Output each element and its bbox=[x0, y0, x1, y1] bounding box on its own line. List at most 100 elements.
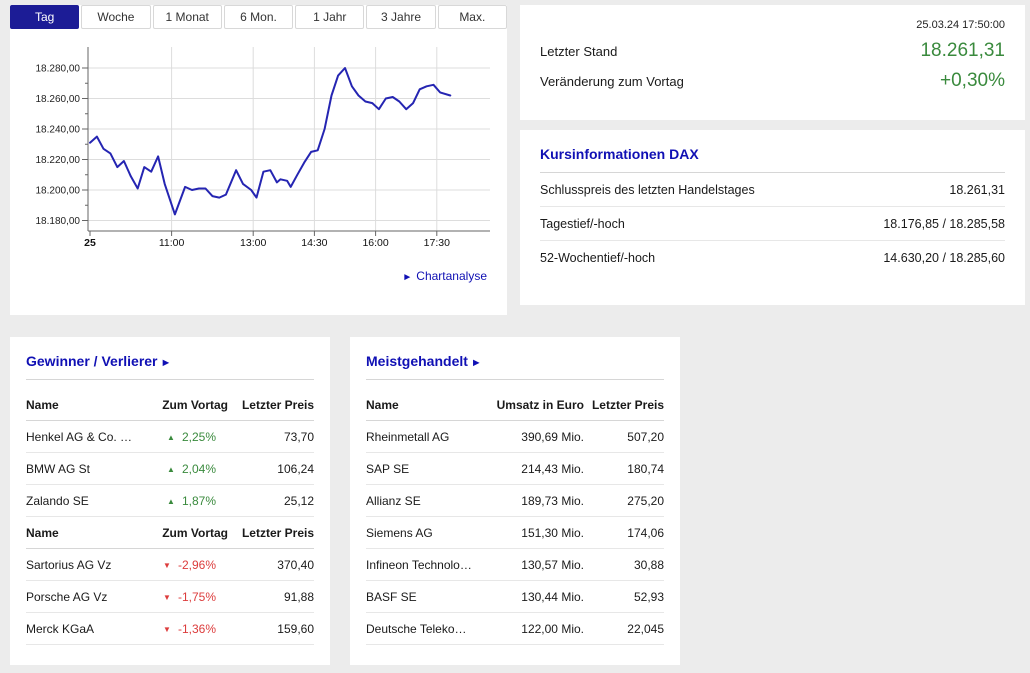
stock-name: Sartorius AG Vz bbox=[26, 558, 134, 572]
change-value: -2,96% bbox=[178, 558, 216, 572]
change-label: Veränderung zum Vortag bbox=[540, 74, 684, 89]
kursinformationen-title: Kursinformationen DAX bbox=[540, 146, 1005, 162]
last-price: 22,045 bbox=[584, 622, 664, 636]
chart-card: TagWoche1 Monat6 Mon.1 Jahr3 JahreMax. 1… bbox=[10, 5, 507, 315]
stock-name: BASF SE bbox=[366, 590, 472, 604]
last-price: 91,88 bbox=[228, 590, 314, 604]
stock-name: Merck KGaA bbox=[26, 622, 134, 636]
triangle-up-icon: ▲ bbox=[167, 465, 175, 474]
kursinfo-row-value: 14.630,20 / 18.285,60 bbox=[883, 251, 1005, 265]
change-value: 2,04% bbox=[182, 462, 216, 476]
chartanalyse-link[interactable]: ►Chartanalyse bbox=[402, 269, 487, 283]
arrow-right-icon: ► bbox=[402, 272, 412, 283]
svg-text:11:00: 11:00 bbox=[159, 237, 185, 249]
change-value: 1,87% bbox=[182, 494, 216, 508]
table-row[interactable]: Rheinmetall AG390,69 Mio.507,20 bbox=[366, 421, 664, 453]
stock-name: BMW AG St bbox=[26, 462, 134, 476]
kursinfo-row-label: Tagestief/-hoch bbox=[540, 217, 625, 231]
dax-intraday-chart[interactable]: 18.180,0018.200,0018.220,0018.240,0018.2… bbox=[10, 34, 507, 262]
table-row[interactable]: Infineon Technologies …130,57 Mio.30,88 bbox=[366, 549, 664, 581]
table-row[interactable]: Allianz SE189,73 Mio.275,20 bbox=[366, 485, 664, 517]
stock-name: Allianz SE bbox=[366, 494, 472, 508]
turnover-value: 151,30 Mio. bbox=[472, 526, 584, 540]
gewinner-verlierer-title: Gewinner / Verlierer bbox=[26, 353, 158, 369]
svg-text:13:00: 13:00 bbox=[240, 237, 266, 249]
table-row[interactable]: SAP SE214,43 Mio.180,74 bbox=[366, 453, 664, 485]
triangle-up-icon: ▲ bbox=[167, 497, 175, 506]
triangle-down-icon: ▼ bbox=[163, 625, 171, 634]
last-price: 180,74 bbox=[584, 462, 664, 476]
turnover-value: 189,73 Mio. bbox=[472, 494, 584, 508]
last-price: 25,12 bbox=[228, 494, 314, 508]
arrow-right-icon: ► bbox=[161, 357, 172, 369]
table-row[interactable]: Merck KGaA ▼ -1,36% 159,60 bbox=[26, 613, 314, 645]
kursinfo-row: Schlusspreis des letzten Handelstages 18.… bbox=[540, 173, 1005, 207]
last-price: 275,20 bbox=[584, 494, 664, 508]
last-price: 73,70 bbox=[228, 430, 314, 444]
table-row[interactable]: Deutsche Telekom AG122,00 Mio.22,045 bbox=[366, 613, 664, 645]
table-header-row: NameZum VortagLetzter Preis bbox=[26, 389, 314, 421]
tab-max[interactable]: Max. bbox=[438, 5, 507, 29]
table-header-row: NameZum VortagLetzter Preis bbox=[26, 517, 314, 549]
table-row[interactable]: BMW AG St ▲ 2,04% 106,24 bbox=[26, 453, 314, 485]
kursinfo-row-value: 18.261,31 bbox=[949, 183, 1005, 197]
svg-text:18.280,00: 18.280,00 bbox=[36, 64, 81, 75]
table-row[interactable]: BASF SE130,44 Mio.52,93 bbox=[366, 581, 664, 613]
meistgehandelt-table: NameUmsatz in EuroLetzter PreisRheinmeta… bbox=[366, 389, 664, 645]
gewinner-verlierer-title-link[interactable]: Gewinner / Verlierer► bbox=[26, 353, 314, 369]
table-row[interactable]: Siemens AG151,30 Mio.174,06 bbox=[366, 517, 664, 549]
change-row: Veränderung zum Vortag +0,30% bbox=[540, 66, 1005, 96]
turnover-value: 130,57 Mio. bbox=[472, 558, 584, 572]
last-price: 159,60 bbox=[228, 622, 314, 636]
table-row[interactable]: Porsche AG Vz▼-1,75%91,88 bbox=[26, 581, 314, 613]
tab-6-mon[interactable]: 6 Mon. bbox=[224, 5, 293, 29]
table-row[interactable]: Sartorius AG Vz ▼ -2,96% 370,40 bbox=[26, 549, 314, 581]
meistgehandelt-card: Meistgehandelt► NameUmsatz in EuroLetzte… bbox=[350, 337, 680, 665]
turnover-value: 130,44 Mio. bbox=[472, 590, 584, 604]
tab-1-jahr[interactable]: 1 Jahr bbox=[295, 5, 364, 29]
stock-name: Porsche AG Vz bbox=[26, 590, 134, 604]
svg-text:18.260,00: 18.260,00 bbox=[36, 94, 81, 105]
tab-tag[interactable]: Tag bbox=[10, 5, 79, 29]
quote-card: 25.03.24 17:50:00 Letzter Stand 18.261,3… bbox=[520, 5, 1025, 120]
last-price: 106,24 bbox=[228, 462, 314, 476]
last-price-row: Letzter Stand 18.261,31 bbox=[540, 36, 1005, 66]
svg-text:14:30: 14:30 bbox=[301, 237, 327, 249]
kursinformationen-card: Kursinformationen DAX Schlusspreis des l… bbox=[520, 130, 1025, 305]
arrow-right-icon: ► bbox=[471, 357, 482, 369]
kursinfo-row: Tagestief/-hoch18.176,85 / 18.285,58 bbox=[540, 207, 1005, 241]
last-price: 370,40 bbox=[228, 558, 314, 572]
triangle-down-icon: ▼ bbox=[163, 561, 171, 570]
table-header-row: NameUmsatz in EuroLetzter Preis bbox=[366, 389, 664, 421]
stock-name: Deutsche Telekom AG bbox=[366, 622, 472, 636]
stock-name: Zalando SE bbox=[26, 494, 134, 508]
gewinner-verlierer-card: Gewinner / Verlierer► NameZum VortagLetz… bbox=[10, 337, 330, 665]
tab-woche[interactable]: Woche bbox=[81, 5, 150, 29]
last-price: 174,06 bbox=[584, 526, 664, 540]
change-value: -1,36% bbox=[178, 622, 216, 636]
meistgehandelt-title-link[interactable]: Meistgehandelt► bbox=[366, 353, 664, 369]
tab-3-jahre[interactable]: 3 Jahre bbox=[366, 5, 435, 29]
change-value: 2,25% bbox=[182, 430, 216, 444]
last-price: 507,20 bbox=[584, 430, 664, 444]
svg-text:18.220,00: 18.220,00 bbox=[36, 155, 81, 166]
divider bbox=[26, 379, 314, 380]
tab-1-monat[interactable]: 1 Monat bbox=[153, 5, 222, 29]
triangle-up-icon: ▲ bbox=[167, 433, 175, 442]
turnover-value: 390,69 Mio. bbox=[472, 430, 584, 444]
svg-text:25: 25 bbox=[84, 237, 96, 249]
table-row[interactable]: Zalando SE ▲ 1,87% 25,12 bbox=[26, 485, 314, 517]
svg-text:18.200,00: 18.200,00 bbox=[36, 186, 81, 197]
last-price-label: Letzter Stand bbox=[540, 44, 617, 59]
kursinfo-row-label: Schlusspreis des letzten Handelstages bbox=[540, 183, 755, 197]
period-tabbar: TagWoche1 Monat6 Mon.1 Jahr3 JahreMax. bbox=[10, 5, 507, 29]
divider bbox=[366, 379, 664, 380]
stock-name: Henkel AG & Co. KGaA Vz bbox=[26, 430, 134, 444]
turnover-value: 214,43 Mio. bbox=[472, 462, 584, 476]
triangle-down-icon: ▼ bbox=[163, 593, 171, 602]
svg-text:18.240,00: 18.240,00 bbox=[36, 125, 81, 136]
svg-text:16:00: 16:00 bbox=[362, 237, 388, 249]
stock-name: Infineon Technologies … bbox=[366, 558, 472, 572]
table-row[interactable]: Henkel AG & Co. KGaA Vz ▲ 2,25% 73,70 bbox=[26, 421, 314, 453]
kursinfo-row: 52-Wochentief/-hoch14.630,20 / 18.285,60 bbox=[540, 241, 1005, 275]
